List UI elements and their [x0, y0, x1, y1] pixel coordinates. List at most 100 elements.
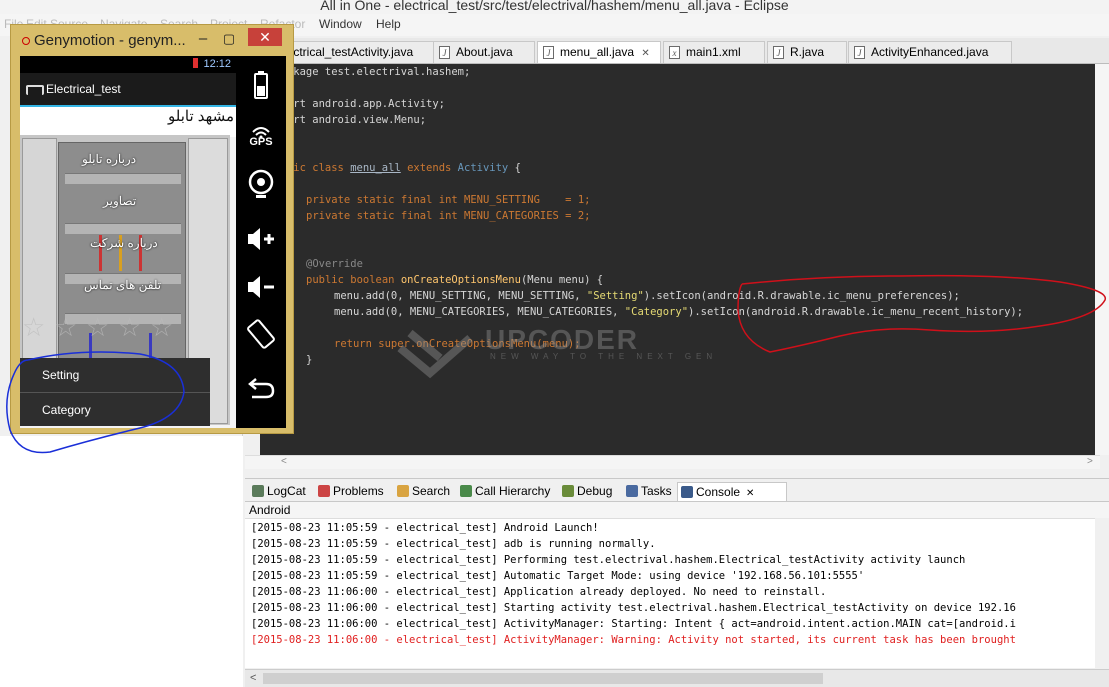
console-name: Android — [245, 502, 1109, 518]
status-bar: 12:12 — [20, 56, 236, 73]
editor-tab-bar: J Electrical_testActivity.java J About.j… — [245, 38, 1109, 64]
rotate-icon[interactable] — [236, 316, 286, 354]
console-line: [2015-08-23 11:06:00 - electrical_test] … — [251, 618, 1016, 630]
menu-item-about-panel[interactable]: درباره تابلو — [82, 152, 136, 166]
code-editor[interactable]: ppackage test.electrival.hashem; import … — [260, 64, 1095, 455]
back-icon[interactable] — [236, 370, 286, 408]
code-line-override: @Override — [306, 258, 363, 270]
console-line: [2015-08-23 11:06:00 - electrical_test] … — [251, 634, 1016, 646]
menu-item-setting[interactable]: Setting — [20, 358, 210, 392]
tab-search[interactable]: Search — [394, 482, 450, 500]
console-line: [2015-08-23 11:05:59 - electrical_test] … — [251, 538, 656, 550]
tab-main1-xml[interactable]: x main1.xml — [663, 41, 765, 63]
gps-label: GPS — [249, 136, 273, 148]
star-icon: ☆ — [86, 312, 110, 342]
java-file-icon: J — [773, 46, 784, 59]
page-title: مشهد تابلو — [167, 108, 234, 125]
volume-down-icon[interactable] — [236, 268, 286, 306]
menu-item-category[interactable]: Category — [20, 392, 210, 426]
code-line-add-setting: menu.add(0, MENU_SETTING, MENU_SETTING, … — [334, 290, 960, 302]
tasks-icon — [626, 485, 638, 497]
scroll-left-icon[interactable]: < — [250, 672, 256, 684]
volume-up-icon[interactable] — [236, 220, 286, 258]
close-button[interactable]: ✕ — [248, 28, 282, 46]
app-title: Electrical_test — [46, 82, 121, 96]
console-line: [2015-08-23 11:05:59 - electrical_test] … — [251, 554, 966, 566]
scroll-right-icon[interactable]: > — [1087, 456, 1093, 467]
camera-icon[interactable] — [236, 164, 286, 202]
star-icon: ☆ — [118, 312, 142, 342]
left-blank-area — [0, 436, 243, 687]
tab-debug[interactable]: Debug — [559, 482, 612, 500]
debug-icon — [562, 485, 574, 497]
code-line-add-category: menu.add(0, MENU_CATEGORIES, MENU_CATEGO… — [334, 306, 1024, 318]
console-line: [2015-08-23 11:05:59 - electrical_test] … — [251, 522, 599, 534]
console-line: [2015-08-23 11:06:00 - electrical_test] … — [251, 586, 827, 598]
scrollbar-thumb[interactable] — [263, 673, 823, 684]
console-line: [2015-08-23 11:06:00 - electrical_test] … — [251, 602, 1016, 614]
tab-label: main1.xml — [686, 45, 741, 59]
genymotion-logo-icon — [22, 37, 30, 45]
code-line-menu-setting: private static final int MENU_SETTING = … — [306, 194, 591, 206]
tab-console[interactable]: Console ✕ — [677, 482, 787, 501]
tab-problems[interactable]: Problems — [315, 482, 384, 500]
genymotion-side-toolbar: GPS — [236, 56, 286, 428]
maximize-button[interactable]: ▢ — [222, 30, 236, 50]
status-time: 12:12 — [203, 58, 231, 70]
java-file-icon: J — [439, 46, 450, 59]
tab-call-hierarchy[interactable]: Call Hierarchy — [457, 482, 550, 500]
menu-item-contact[interactable]: تلفن های تماس — [84, 278, 161, 292]
tab-activity-enhanced[interactable]: J ActivityEnhanced.java — [848, 41, 1012, 63]
close-icon[interactable]: ✕ — [641, 48, 649, 59]
battery-icon[interactable] — [236, 68, 286, 106]
genymotion-title: Genymotion - genym... — [34, 32, 186, 49]
menu-window[interactable]: Window — [319, 17, 362, 31]
logcat-icon — [252, 485, 264, 497]
code-line-class-decl: public class menu_all extends Activity { — [268, 162, 521, 174]
eclipse-window-title: All in One - electrical_test/src/test/el… — [0, 0, 1109, 14]
tab-logcat[interactable]: LogCat — [249, 482, 306, 500]
close-icon[interactable]: ✕ — [746, 488, 754, 499]
tab-label: About.java — [456, 45, 513, 59]
battery-icon — [193, 58, 199, 68]
tab-tasks[interactable]: Tasks — [623, 482, 672, 500]
menu-item-gallery[interactable]: تصاویر — [103, 194, 136, 208]
problems-icon — [318, 485, 330, 497]
breaker-row — [65, 223, 181, 234]
code-line-menu-categories: private static final int MENU_CATEGORIES… — [306, 210, 591, 222]
star-icon: ☆ — [150, 312, 174, 342]
options-menu: Setting Category — [20, 358, 210, 426]
console-icon — [681, 486, 693, 498]
tab-label: Electrical_testActivity.java — [276, 45, 414, 59]
gps-icon[interactable]: GPS — [236, 118, 286, 156]
watermark-tagline: NEW WAY TO THE NEXT GEN — [490, 352, 718, 361]
tab-label: ActivityEnhanced.java — [871, 45, 989, 59]
app-icon — [26, 85, 44, 95]
code-line-method-decl: public boolean onCreateOptionsMenu(Menu … — [306, 274, 604, 286]
scroll-left-icon[interactable]: < — [281, 456, 287, 467]
console-line: [2015-08-23 11:05:59 - electrical_test] … — [251, 570, 865, 582]
xml-file-icon: x — [669, 46, 680, 59]
console-output[interactable]: [2015-08-23 11:05:59 - electrical_test] … — [245, 518, 1095, 668]
editor-horizontal-scrollbar[interactable]: < > — [245, 455, 1100, 469]
tab-menu-all[interactable]: J menu_all.java ✕ — [537, 41, 661, 63]
console-horizontal-scrollbar[interactable]: < — [245, 669, 1109, 687]
java-file-icon: J — [543, 46, 554, 59]
views-tab-bar: LogCat Problems Search Call Hierarchy De… — [245, 478, 1109, 502]
watermark: UPCODER NEW WAY TO THE NEXT GEN — [390, 318, 730, 388]
tab-about[interactable]: J About.java — [433, 41, 535, 63]
tab-label: R.java — [790, 45, 825, 59]
minimize-button[interactable]: – — [196, 30, 210, 50]
search-icon — [397, 485, 409, 497]
star-icon: ☆ — [54, 312, 78, 342]
menu-help[interactable]: Help — [376, 17, 401, 31]
code-line-package: ppackage test.electrival.hashem; — [268, 66, 471, 78]
menu-item-about-company[interactable]: درباره شرکت — [90, 236, 158, 250]
tab-r-java[interactable]: J R.java — [767, 41, 847, 63]
code-line-close-brace: } — [306, 354, 313, 366]
editor-vertical-scrollbar[interactable] — [1095, 64, 1109, 455]
tab-label: menu_all.java — [560, 45, 635, 59]
code-line-import-activity: import android.app.Activity; — [268, 98, 446, 110]
breaker-row — [65, 173, 181, 184]
star-icon: ☆ — [22, 312, 46, 342]
